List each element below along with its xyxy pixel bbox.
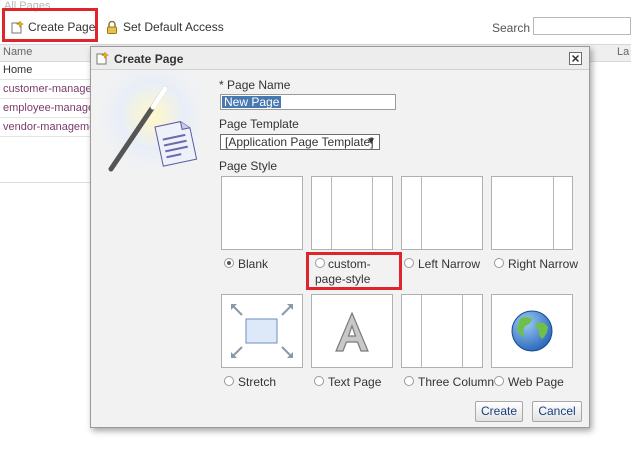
set-default-access-label: Set Default Access [123, 20, 224, 34]
close-icon [571, 54, 580, 63]
close-button[interactable] [569, 52, 582, 65]
style-label-text-page: Text Page [328, 375, 382, 389]
table-row[interactable]: Home [0, 61, 100, 80]
dialog-title-bar: Create Page [91, 47, 589, 70]
style-label-stretch: Stretch [238, 375, 277, 389]
search-input[interactable] [533, 17, 631, 35]
radio-three-column[interactable] [404, 376, 414, 386]
create-page-dialog: Create Page * Page Name New Page New Pag… [90, 46, 590, 428]
page-template-label: Page Template [219, 117, 299, 131]
dropdown-arrow-icon: ▼ [366, 136, 376, 147]
dialog-title: Create Page [114, 52, 184, 66]
table-row[interactable]: vendor-manageme [0, 118, 100, 137]
create-page-icon [96, 51, 109, 65]
highlight-create-page [2, 8, 98, 42]
style-tile-text-page[interactable] [311, 294, 393, 368]
radio-web-page[interactable] [494, 376, 504, 386]
page-name-label-text: Page Name [227, 78, 291, 92]
style-label-web-page: Web Page [508, 375, 564, 389]
radio-blank[interactable] [224, 258, 234, 268]
style-option-blank[interactable]: Blank [224, 257, 268, 271]
required-marker: * [219, 78, 224, 92]
globe-icon [511, 310, 553, 352]
column-name-header: Name [3, 46, 33, 58]
table-row[interactable]: customer-manage [0, 80, 100, 99]
style-option-left-narrow[interactable]: Left Narrow [404, 257, 480, 271]
set-default-access-button[interactable]: Set Default Access [105, 18, 224, 36]
style-option-web-page[interactable]: Web Page [494, 375, 564, 389]
style-label-three-column: Three Column [418, 375, 495, 389]
radio-text-page[interactable] [314, 376, 324, 386]
divider [0, 182, 92, 183]
highlight-custom-page-style [306, 252, 402, 290]
table-row[interactable]: employee-manage [0, 99, 100, 118]
style-label-blank: Blank [238, 257, 269, 271]
style-option-three-column[interactable]: Three Column [404, 375, 494, 389]
style-tile-blank[interactable] [221, 176, 303, 250]
style-tile-custom-page-style[interactable] [311, 176, 393, 250]
style-option-text-page[interactable]: Text Page [314, 375, 381, 389]
lock-icon [107, 20, 117, 34]
style-label-left-narrow: Left Narrow [418, 257, 481, 271]
radio-left-narrow[interactable] [404, 258, 414, 268]
style-tile-three-column[interactable] [401, 294, 483, 368]
stretch-arrows-icon [231, 304, 293, 358]
cancel-button[interactable]: Cancel [532, 401, 582, 422]
style-tile-stretch[interactable] [221, 294, 303, 368]
style-tile-web-page[interactable] [491, 294, 573, 368]
search-label: Search [492, 21, 531, 35]
page-template-value: [Application Page Template] [225, 135, 374, 149]
page-name-selected-text: New Page [222, 95, 282, 109]
radio-stretch[interactable] [224, 376, 234, 386]
page-style-label: Page Style [219, 159, 278, 173]
page-name-label: * Page Name [219, 78, 290, 92]
style-tile-left-narrow[interactable] [401, 176, 483, 250]
style-tile-right-narrow[interactable] [491, 176, 573, 250]
style-option-stretch[interactable]: Stretch [224, 375, 276, 389]
style-label-right-narrow: Right Narrow [508, 257, 579, 271]
text-letter-a-icon [335, 311, 369, 352]
create-button[interactable]: Create [475, 401, 523, 422]
radio-right-narrow[interactable] [494, 258, 504, 268]
magic-wand-document-icon [93, 71, 201, 183]
column-last-header: La [617, 46, 630, 58]
style-option-right-narrow[interactable]: Right Narrow [494, 257, 578, 271]
page-template-select[interactable]: [Application Page Template] ▼ [220, 134, 380, 150]
